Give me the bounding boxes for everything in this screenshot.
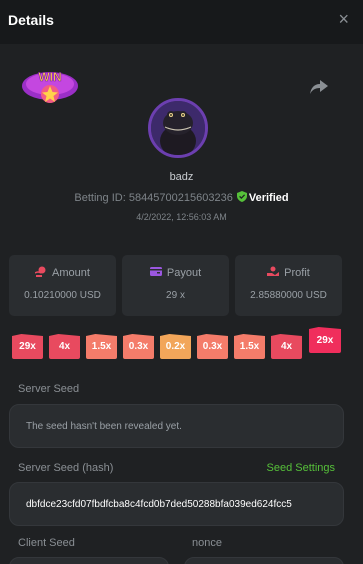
dialog-header: Details ×	[0, 0, 363, 44]
payout-value: 29 x	[166, 290, 185, 301]
multiplier-slot-winning: 29x	[309, 327, 341, 353]
multiplier-slot: 1.5x	[234, 334, 265, 359]
amount-card: Amount 0.10210000 USD	[9, 255, 116, 316]
share-icon[interactable]	[309, 78, 329, 96]
multiplier-slot: 4x	[49, 334, 80, 359]
client-seed-field[interactable]	[9, 557, 169, 564]
win-badge-icon: WIN	[22, 70, 78, 103]
close-icon[interactable]: ×	[338, 9, 349, 29]
server-seed-label: Server Seed	[18, 383, 80, 395]
seed-settings-link[interactable]: Seed Settings	[267, 462, 336, 474]
payout-label: Payout	[166, 267, 202, 279]
multiplier-slot: 4x	[271, 334, 302, 359]
betting-id: 58445700215603236	[128, 192, 233, 204]
username: badz	[169, 171, 194, 183]
multiplier-slot: 0.3x	[197, 334, 228, 359]
dialog-title: Details	[8, 12, 54, 28]
nonce-field[interactable]	[184, 557, 344, 564]
verified-status: Verified	[248, 192, 289, 204]
payout-card: Payout 29 x	[122, 255, 229, 316]
profit-label: Profit	[284, 267, 310, 279]
server-seed-field: The seed hasn't been revealed yet.	[9, 404, 344, 448]
wallet-icon	[149, 267, 162, 276]
coins-icon	[34, 266, 46, 277]
server-seed-hash-field[interactable]: dbfdce23cfd07fbdfcba8c4fcd0b7ded50288bfa…	[9, 482, 344, 526]
amount-label: Amount	[52, 267, 90, 279]
betting-id-label: Betting ID:	[74, 192, 126, 204]
multiplier-slot: 0.3x	[123, 334, 154, 359]
amount-value: 0.10210000 USD	[24, 290, 101, 301]
avatar	[148, 98, 208, 158]
client-seed-label: Client Seed	[18, 537, 75, 549]
hand-coin-icon	[267, 266, 280, 276]
server-seed-hash-label: Server Seed (hash)	[18, 462, 114, 474]
win-badge-text: WIN	[38, 70, 61, 84]
bet-datetime: 4/2/2022, 12:56:03 AM	[136, 212, 227, 222]
profit-card: Profit 2.85880000 USD	[235, 255, 342, 316]
multiplier-slot: 1.5x	[86, 334, 117, 359]
profit-value: 2.85880000 USD	[250, 290, 327, 301]
shield-check-icon	[236, 191, 247, 202]
multiplier-slot: 29x	[12, 334, 43, 359]
nonce-label: nonce	[192, 537, 222, 549]
betting-id-line: Betting ID: 58445700215603236 Verified	[0, 191, 363, 204]
multiplier-slot: 0.2x	[160, 334, 191, 359]
crocodile-avatar-icon	[151, 101, 205, 155]
